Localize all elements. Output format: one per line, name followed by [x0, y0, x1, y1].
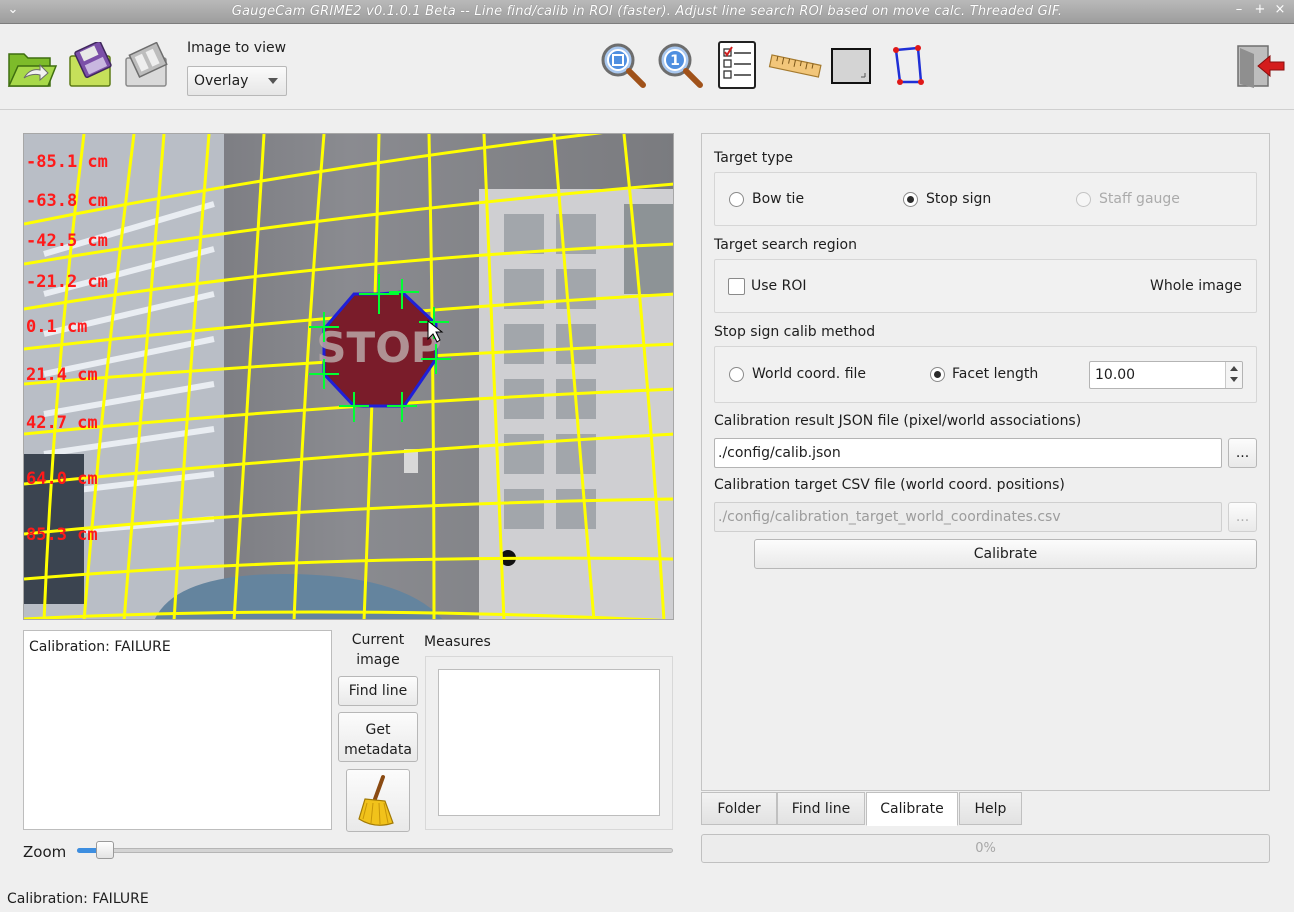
tab-folder[interactable]: Folder — [701, 792, 777, 825]
zoom-100-icon[interactable]: 1 — [655, 40, 705, 94]
target-csv-input: ./config/calibration_target_world_coordi… — [714, 502, 1222, 532]
current-image-label: Current image — [351, 632, 405, 668]
status-bar: Calibration: FAILURE — [0, 884, 1294, 912]
spin-arrows[interactable] — [1225, 362, 1242, 388]
result-json-label: Calibration result JSON file (pixel/worl… — [714, 413, 1082, 429]
find-line-button[interactable]: Find line — [338, 676, 418, 706]
zoom-slider-groove[interactable] — [77, 848, 673, 853]
quad-polygon-icon[interactable] — [888, 44, 926, 92]
measure-label: -42.5 cm — [26, 231, 108, 251]
measure-label: 21.4 cm — [26, 365, 98, 385]
staff-gauge-radio — [1076, 192, 1091, 207]
result-json-input[interactable]: ./config/calib.json — [714, 438, 1222, 468]
measure-label: -85.1 cm — [26, 152, 108, 172]
bow-tie-label[interactable]: Bow tie — [752, 191, 804, 207]
staff-gauge-label: Staff gauge — [1099, 191, 1180, 207]
maximize-icon[interactable]: + — [1251, 2, 1269, 17]
measure-label: 64.0 cm — [26, 469, 98, 489]
clear-button[interactable] — [346, 769, 410, 832]
facet-length-value: 10.00 — [1095, 367, 1136, 383]
toolbar: Image to view Overlay 1 — [0, 24, 1294, 110]
measure-label: 0.1 cm — [26, 317, 87, 337]
facet-length-radio[interactable] — [930, 367, 945, 382]
rectangle-icon[interactable] — [830, 46, 872, 90]
ruler-icon[interactable] — [768, 50, 822, 88]
broom-icon — [358, 775, 394, 826]
image-to-view-label: Image to view — [187, 40, 287, 56]
close-icon[interactable]: × — [1271, 2, 1289, 17]
world-coord-radio[interactable] — [729, 367, 744, 382]
stop-sign-text: STOP — [316, 323, 441, 372]
tab-find-line[interactable]: Find line — [777, 792, 865, 825]
folder-open-icon[interactable] — [6, 44, 58, 94]
measures-view[interactable] — [438, 669, 660, 816]
log-textbox[interactable]: Calibration: FAILURE — [23, 630, 332, 830]
filmstrip-icon[interactable] — [122, 41, 172, 94]
measure-label: 85.3 cm — [26, 525, 98, 545]
facet-length-label[interactable]: Facet length — [952, 366, 1038, 382]
checklist-icon[interactable] — [717, 40, 759, 94]
zoom-slider-handle[interactable] — [96, 841, 114, 859]
target-type-label: Target type — [714, 150, 794, 166]
measures-label: Measures — [424, 634, 491, 650]
get-metadata-button[interactable]: Get metadata — [338, 712, 418, 762]
chevron-down-icon — [268, 78, 278, 84]
zoom-label: Zoom — [23, 843, 67, 861]
stop-sign-radio[interactable] — [903, 192, 918, 207]
svg-text:1: 1 — [670, 53, 680, 69]
browse-json-button[interactable]: ... — [1228, 438, 1257, 468]
use-roi-label[interactable]: Use ROI — [751, 278, 806, 294]
overlay-image[interactable]: STOP -85.1 cm -63.8 cm -42.5 cm -21.2 cm 0.1… — [24, 134, 674, 620]
measure-label: 42.7 cm — [26, 413, 98, 433]
zoom-fit-icon[interactable] — [598, 40, 648, 94]
minimize-icon[interactable]: – — [1230, 2, 1248, 17]
calibrate-button[interactable]: Calibrate — [754, 539, 1257, 569]
spin-up-icon[interactable] — [1230, 366, 1238, 371]
log-text: Calibration: FAILURE — [29, 639, 171, 655]
measure-label: -21.2 cm — [26, 272, 108, 292]
tab-help[interactable]: Help — [959, 792, 1022, 825]
bow-tie-radio[interactable] — [729, 192, 744, 207]
target-csv-label: Calibration target CSV file (world coord… — [714, 477, 1065, 493]
browse-csv-button: ... — [1228, 502, 1257, 532]
measure-label: -63.8 cm — [26, 191, 108, 211]
world-coord-label[interactable]: World coord. file — [752, 366, 866, 382]
title-bar: ⌄ GaugeCam GRIME2 v0.1.0.1 Beta -- Line … — [0, 0, 1294, 24]
facet-length-spinbox[interactable]: 10.00 — [1089, 361, 1243, 389]
target-search-region-label: Target search region — [714, 237, 857, 253]
image-to-view-select[interactable]: Overlay — [187, 66, 287, 96]
save-icon[interactable] — [66, 40, 116, 94]
stop-sign-label[interactable]: Stop sign — [926, 191, 991, 207]
progress-bar: 0% — [701, 834, 1270, 863]
use-roi-checkbox[interactable] — [728, 278, 745, 295]
stop-sign-method-label: Stop sign calib method — [714, 324, 876, 340]
spin-down-icon[interactable] — [1230, 377, 1238, 382]
exit-icon[interactable] — [1236, 44, 1288, 94]
tab-calibrate[interactable]: Calibrate — [866, 792, 958, 826]
image-view[interactable]: STOP -85.1 cm -63.8 cm -42.5 cm -21.2 cm 0.1… — [23, 133, 674, 620]
image-to-view-value: Overlay — [194, 73, 249, 89]
whole-image-label: Whole image — [1150, 278, 1242, 294]
window-title: GaugeCam GRIME2 v0.1.0.1 Beta -- Line fi… — [231, 4, 1063, 19]
status-text: Calibration: FAILURE — [7, 891, 149, 907]
